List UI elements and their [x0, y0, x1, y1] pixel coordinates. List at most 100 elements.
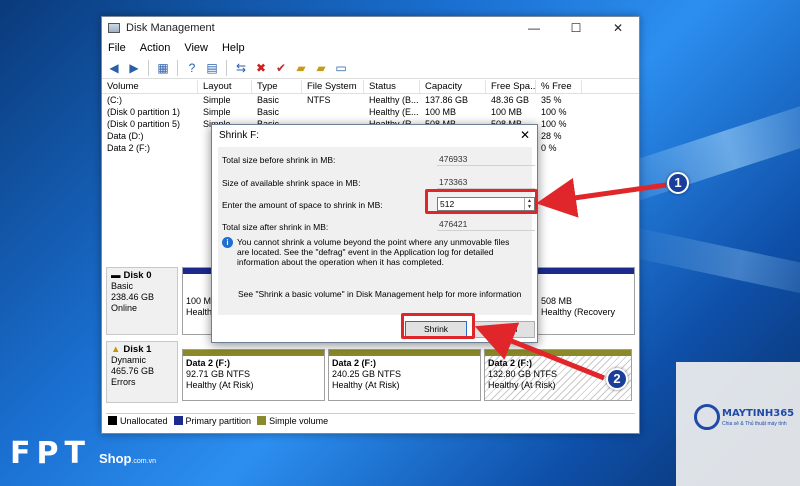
desktop-light-beam — [619, 225, 800, 305]
dialog-close-icon[interactable]: ✕ — [513, 128, 537, 142]
connect-icon[interactable]: ⇆ — [233, 60, 249, 76]
window-title: Disk Management — [126, 22, 215, 34]
legend-item-unallocated: Unallocated — [108, 416, 168, 426]
warning-icon: ▲ — [111, 344, 121, 355]
partition-status: Healthy (At Risk) — [332, 380, 400, 390]
disk-1-name: ▲ Disk 1 — [111, 344, 173, 355]
percent-free-cell: 100 % — [541, 107, 567, 117]
total-before-value: 476933 — [437, 153, 535, 166]
input-highlight-box — [425, 189, 538, 214]
partition-size: 92.71 GB NTFS — [186, 369, 251, 379]
disk-1-partition[interactable]: Data 2 (F:) 92.71 GB NTFS Healthy (At Ri… — [182, 349, 325, 401]
callout-badge-2: 2 — [606, 368, 628, 390]
legend-item-simple: Simple volume — [257, 416, 328, 426]
column-header-free-space[interactable]: Free Spa... — [486, 80, 536, 93]
info-message: i You cannot shrink a volume beyond the … — [222, 237, 522, 267]
forward-arrow-icon[interactable]: ▶ — [126, 60, 142, 76]
column-header-layout[interactable]: Layout — [198, 80, 252, 93]
toolbar-divider — [148, 59, 149, 76]
disk-icon: ▬ — [111, 270, 121, 281]
amount-label: Enter the amount of space to shrink in M… — [222, 200, 383, 210]
dialog-title-bar: Shrink F: ✕ — [212, 125, 537, 145]
dialog-title: Shrink F: — [219, 129, 260, 141]
brand-card: MAYTINH365 Chia sẻ & Thủ thuật máy tính — [676, 362, 800, 486]
legend: Unallocated Primary partition Simple vol… — [106, 413, 635, 427]
shrink-dialog: Shrink F: ✕ Total size before shrink in … — [211, 124, 538, 343]
disk-name-text: Disk 1 — [123, 344, 152, 355]
explore-icon[interactable]: ▰ — [313, 60, 329, 76]
column-header-status[interactable]: Status — [364, 80, 420, 93]
partition-name: Data 2 (F:) — [186, 358, 231, 368]
partition-name: Data 2 (F:) — [332, 358, 377, 368]
percent-free-cell: 28 % — [541, 131, 562, 141]
open-folder-icon[interactable]: ▰ — [293, 60, 309, 76]
free-space-cell: 48.36 GB — [491, 95, 530, 105]
disk-1-label[interactable]: ▲ Disk 1 Dynamic 465.76 GB Errors — [106, 341, 178, 403]
disk-0-recovery-partition[interactable]: 508 MB Healthy (Recovery — [537, 267, 635, 335]
menu-file[interactable]: File — [108, 42, 126, 54]
available-label: Size of available shrink space in MB: — [222, 178, 361, 188]
toolbar: ◀ ▶ ▦ ? ▤ ⇆ ✖ ✔ ▰ ▰ ▭ — [102, 57, 639, 79]
volume-cell: Data (D:) — [107, 131, 144, 141]
shrink-button-highlight-box — [401, 313, 475, 339]
help-text: See "Shrink a basic volume" in Disk Mana… — [238, 289, 522, 299]
simple-volume-bar — [183, 350, 324, 356]
maytinh-logo-icon — [694, 404, 720, 430]
column-header-file-system[interactable]: File System — [302, 80, 364, 93]
disk-1-partition[interactable]: Data 2 (F:) 240.25 GB NTFS Healthy (At R… — [328, 349, 481, 401]
console-tree-icon[interactable]: ▦ — [155, 60, 171, 76]
column-header-percent-free[interactable]: % Free — [536, 80, 582, 93]
column-header-capacity[interactable]: Capacity — [420, 80, 486, 93]
layout-cell: Simple — [203, 107, 231, 117]
type-cell: Basic — [257, 107, 280, 117]
menu-view[interactable]: View — [184, 42, 208, 54]
disk-size: 465.76 GB — [111, 366, 155, 376]
status-cell: Healthy (B... — [369, 95, 419, 105]
type-cell: Basic — [257, 95, 280, 105]
disk-type: Basic — [111, 281, 134, 291]
table-row[interactable]: (Disk 0 partition 1) Simple Basic Health… — [102, 106, 639, 118]
partition-size: 240.25 GB NTFS — [332, 369, 402, 379]
legend-item-primary: Primary partition — [173, 416, 251, 426]
info-text: You cannot shrink a volume beyond the po… — [237, 237, 510, 267]
partition-size: 508 MB — [541, 296, 573, 306]
percent-free-cell: 35 % — [541, 95, 562, 105]
column-header-volume[interactable]: Volume — [102, 80, 198, 93]
disk-0-label[interactable]: ▬ Disk 0 Basic 238.46 GB Online — [106, 267, 178, 335]
disk-management-icon — [108, 23, 120, 33]
menu-help[interactable]: Help — [222, 42, 245, 54]
capacity-cell: 100 MB — [425, 107, 457, 117]
table-row[interactable]: (C:) Simple Basic NTFS Healthy (B... 137… — [102, 94, 639, 106]
volume-cell: (Disk 0 partition 5) — [107, 119, 181, 129]
back-arrow-icon[interactable]: ◀ — [106, 60, 122, 76]
menu-action[interactable]: Action — [140, 42, 171, 54]
toolbar-divider — [226, 59, 227, 76]
disk-0-name: ▬ Disk 0 — [111, 270, 173, 281]
disk-name-text: Disk 0 — [123, 270, 152, 281]
callout-badge-1: 1 — [667, 172, 689, 194]
volume-cell: (Disk 0 partition 1) — [107, 107, 181, 117]
cancel-button[interactable]: Cancel — [473, 321, 535, 338]
fpt-logo-text: FPT — [10, 436, 91, 471]
legend-swatch — [257, 416, 267, 425]
brand-name: MAYTINH365 — [722, 408, 795, 419]
check-icon[interactable]: ✔ — [273, 60, 289, 76]
minimize-button[interactable]: — — [513, 17, 555, 39]
shop-label: Shop — [98, 451, 132, 466]
delete-icon[interactable]: ✖ — [253, 60, 269, 76]
column-header-type[interactable]: Type — [252, 80, 302, 93]
maximize-button[interactable]: ☐ — [555, 17, 597, 39]
partition-name: Data 2 (F:) — [488, 358, 533, 368]
view-icon[interactable]: ▭ — [333, 60, 349, 76]
volume-list-header: Volume Layout Type File System Status Ca… — [102, 80, 639, 94]
disk-size: 238.46 GB — [111, 292, 155, 302]
file-system-cell: NTFS — [307, 95, 331, 105]
after-label: Total size after shrink in MB: — [222, 222, 329, 232]
close-button[interactable]: ✕ — [597, 17, 639, 39]
properties-icon[interactable]: ▤ — [204, 60, 220, 76]
help-icon[interactable]: ? — [184, 60, 200, 76]
brand-tagline: Chia sẻ & Thủ thuật máy tính — [722, 421, 787, 427]
menu-bar: File Action View Help — [102, 39, 639, 57]
primary-partition-bar — [538, 268, 634, 274]
fpt-shop-watermark: FPT Shop.com.vn — [10, 436, 156, 471]
